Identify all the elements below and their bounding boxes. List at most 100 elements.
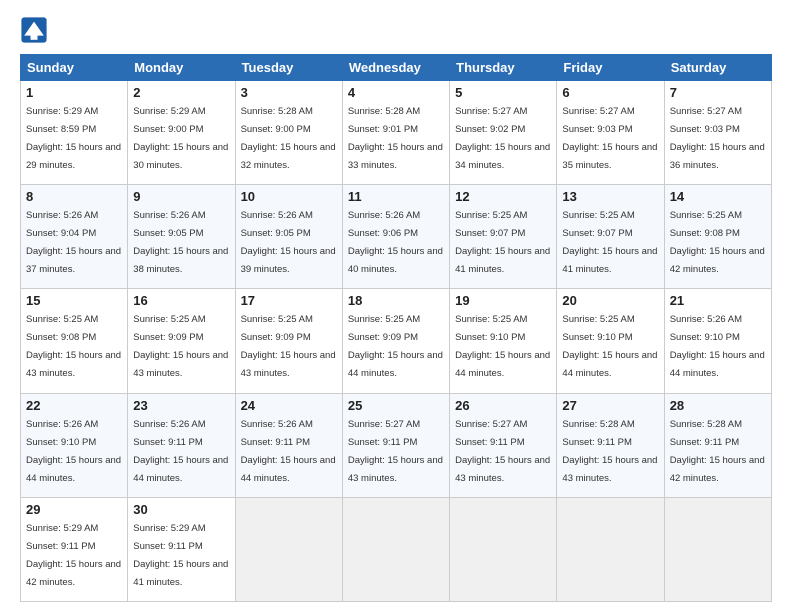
day-number: 11 bbox=[348, 189, 444, 204]
day-number: 16 bbox=[133, 293, 229, 308]
day-number: 14 bbox=[670, 189, 766, 204]
day-info: Sunrise: 5:25 AMSunset: 9:10 PMDaylight:… bbox=[455, 314, 550, 379]
day-info: Sunrise: 5:25 AMSunset: 9:08 PMDaylight:… bbox=[26, 314, 121, 379]
day-info: Sunrise: 5:26 AMSunset: 9:05 PMDaylight:… bbox=[133, 210, 228, 275]
day-info: Sunrise: 5:25 AMSunset: 9:10 PMDaylight:… bbox=[562, 314, 657, 379]
day-number: 15 bbox=[26, 293, 122, 308]
day-number: 9 bbox=[133, 189, 229, 204]
day-info: Sunrise: 5:26 AMSunset: 9:05 PMDaylight:… bbox=[241, 210, 336, 275]
day-info: Sunrise: 5:29 AMSunset: 8:59 PMDaylight:… bbox=[26, 106, 121, 171]
day-info: Sunrise: 5:27 AMSunset: 9:02 PMDaylight:… bbox=[455, 106, 550, 171]
day-info: Sunrise: 5:28 AMSunset: 9:11 PMDaylight:… bbox=[670, 419, 765, 484]
calendar-cell: 23 Sunrise: 5:26 AMSunset: 9:11 PMDaylig… bbox=[128, 393, 235, 497]
calendar-week-4: 22 Sunrise: 5:26 AMSunset: 9:10 PMDaylig… bbox=[21, 393, 772, 497]
calendar-cell: 9 Sunrise: 5:26 AMSunset: 9:05 PMDayligh… bbox=[128, 185, 235, 289]
calendar-cell: 20 Sunrise: 5:25 AMSunset: 9:10 PMDaylig… bbox=[557, 289, 664, 393]
header bbox=[20, 16, 772, 44]
calendar-table: Sunday Monday Tuesday Wednesday Thursday… bbox=[20, 54, 772, 602]
day-number: 3 bbox=[241, 85, 337, 100]
day-number: 20 bbox=[562, 293, 658, 308]
day-number: 29 bbox=[26, 502, 122, 517]
calendar-cell: 30 Sunrise: 5:29 AMSunset: 9:11 PMDaylig… bbox=[128, 497, 235, 601]
day-info: Sunrise: 5:27 AMSunset: 9:03 PMDaylight:… bbox=[670, 106, 765, 171]
logo bbox=[20, 16, 52, 44]
calendar-cell: 1 Sunrise: 5:29 AMSunset: 8:59 PMDayligh… bbox=[21, 81, 128, 185]
day-number: 23 bbox=[133, 398, 229, 413]
calendar-cell: 27 Sunrise: 5:28 AMSunset: 9:11 PMDaylig… bbox=[557, 393, 664, 497]
calendar-week-1: 1 Sunrise: 5:29 AMSunset: 8:59 PMDayligh… bbox=[21, 81, 772, 185]
col-monday: Monday bbox=[128, 55, 235, 81]
col-thursday: Thursday bbox=[450, 55, 557, 81]
day-info: Sunrise: 5:26 AMSunset: 9:11 PMDaylight:… bbox=[241, 419, 336, 484]
calendar-cell: 6 Sunrise: 5:27 AMSunset: 9:03 PMDayligh… bbox=[557, 81, 664, 185]
calendar-cell: 29 Sunrise: 5:29 AMSunset: 9:11 PMDaylig… bbox=[21, 497, 128, 601]
day-info: Sunrise: 5:26 AMSunset: 9:11 PMDaylight:… bbox=[133, 419, 228, 484]
day-number: 28 bbox=[670, 398, 766, 413]
col-friday: Friday bbox=[557, 55, 664, 81]
day-info: Sunrise: 5:28 AMSunset: 9:01 PMDaylight:… bbox=[348, 106, 443, 171]
calendar-cell: 8 Sunrise: 5:26 AMSunset: 9:04 PMDayligh… bbox=[21, 185, 128, 289]
calendar-week-5: 29 Sunrise: 5:29 AMSunset: 9:11 PMDaylig… bbox=[21, 497, 772, 601]
calendar-cell: 21 Sunrise: 5:26 AMSunset: 9:10 PMDaylig… bbox=[664, 289, 771, 393]
day-info: Sunrise: 5:26 AMSunset: 9:06 PMDaylight:… bbox=[348, 210, 443, 275]
day-number: 25 bbox=[348, 398, 444, 413]
calendar-cell: 12 Sunrise: 5:25 AMSunset: 9:07 PMDaylig… bbox=[450, 185, 557, 289]
calendar-cell: 11 Sunrise: 5:26 AMSunset: 9:06 PMDaylig… bbox=[342, 185, 449, 289]
day-number: 8 bbox=[26, 189, 122, 204]
day-info: Sunrise: 5:27 AMSunset: 9:11 PMDaylight:… bbox=[455, 419, 550, 484]
day-info: Sunrise: 5:28 AMSunset: 9:00 PMDaylight:… bbox=[241, 106, 336, 171]
day-number: 22 bbox=[26, 398, 122, 413]
calendar-cell: 26 Sunrise: 5:27 AMSunset: 9:11 PMDaylig… bbox=[450, 393, 557, 497]
calendar-cell: 3 Sunrise: 5:28 AMSunset: 9:00 PMDayligh… bbox=[235, 81, 342, 185]
calendar-cell: 19 Sunrise: 5:25 AMSunset: 9:10 PMDaylig… bbox=[450, 289, 557, 393]
day-number: 6 bbox=[562, 85, 658, 100]
day-number: 1 bbox=[26, 85, 122, 100]
calendar-cell: 24 Sunrise: 5:26 AMSunset: 9:11 PMDaylig… bbox=[235, 393, 342, 497]
calendar-cell: 10 Sunrise: 5:26 AMSunset: 9:05 PMDaylig… bbox=[235, 185, 342, 289]
calendar-cell bbox=[664, 497, 771, 601]
col-wednesday: Wednesday bbox=[342, 55, 449, 81]
calendar-cell: 14 Sunrise: 5:25 AMSunset: 9:08 PMDaylig… bbox=[664, 185, 771, 289]
day-number: 12 bbox=[455, 189, 551, 204]
day-number: 27 bbox=[562, 398, 658, 413]
calendar-cell: 25 Sunrise: 5:27 AMSunset: 9:11 PMDaylig… bbox=[342, 393, 449, 497]
day-info: Sunrise: 5:29 AMSunset: 9:00 PMDaylight:… bbox=[133, 106, 228, 171]
day-info: Sunrise: 5:25 AMSunset: 9:09 PMDaylight:… bbox=[348, 314, 443, 379]
calendar-cell: 5 Sunrise: 5:27 AMSunset: 9:02 PMDayligh… bbox=[450, 81, 557, 185]
day-number: 19 bbox=[455, 293, 551, 308]
day-number: 5 bbox=[455, 85, 551, 100]
day-info: Sunrise: 5:26 AMSunset: 9:10 PMDaylight:… bbox=[26, 419, 121, 484]
day-number: 24 bbox=[241, 398, 337, 413]
day-number: 13 bbox=[562, 189, 658, 204]
calendar-cell bbox=[450, 497, 557, 601]
calendar-cell bbox=[557, 497, 664, 601]
day-info: Sunrise: 5:25 AMSunset: 9:07 PMDaylight:… bbox=[455, 210, 550, 275]
day-info: Sunrise: 5:27 AMSunset: 9:03 PMDaylight:… bbox=[562, 106, 657, 171]
header-row: Sunday Monday Tuesday Wednesday Thursday… bbox=[21, 55, 772, 81]
day-number: 30 bbox=[133, 502, 229, 517]
calendar-cell: 17 Sunrise: 5:25 AMSunset: 9:09 PMDaylig… bbox=[235, 289, 342, 393]
calendar-page: Sunday Monday Tuesday Wednesday Thursday… bbox=[0, 0, 792, 612]
calendar-cell: 13 Sunrise: 5:25 AMSunset: 9:07 PMDaylig… bbox=[557, 185, 664, 289]
calendar-cell bbox=[342, 497, 449, 601]
calendar-cell: 16 Sunrise: 5:25 AMSunset: 9:09 PMDaylig… bbox=[128, 289, 235, 393]
calendar-cell: 28 Sunrise: 5:28 AMSunset: 9:11 PMDaylig… bbox=[664, 393, 771, 497]
calendar-cell: 4 Sunrise: 5:28 AMSunset: 9:01 PMDayligh… bbox=[342, 81, 449, 185]
col-saturday: Saturday bbox=[664, 55, 771, 81]
col-sunday: Sunday bbox=[21, 55, 128, 81]
day-number: 21 bbox=[670, 293, 766, 308]
day-number: 4 bbox=[348, 85, 444, 100]
day-info: Sunrise: 5:26 AMSunset: 9:04 PMDaylight:… bbox=[26, 210, 121, 275]
day-number: 26 bbox=[455, 398, 551, 413]
day-info: Sunrise: 5:28 AMSunset: 9:11 PMDaylight:… bbox=[562, 419, 657, 484]
logo-icon bbox=[20, 16, 48, 44]
calendar-week-2: 8 Sunrise: 5:26 AMSunset: 9:04 PMDayligh… bbox=[21, 185, 772, 289]
calendar-week-3: 15 Sunrise: 5:25 AMSunset: 9:08 PMDaylig… bbox=[21, 289, 772, 393]
calendar-cell: 22 Sunrise: 5:26 AMSunset: 9:10 PMDaylig… bbox=[21, 393, 128, 497]
day-info: Sunrise: 5:25 AMSunset: 9:09 PMDaylight:… bbox=[133, 314, 228, 379]
col-tuesday: Tuesday bbox=[235, 55, 342, 81]
day-number: 2 bbox=[133, 85, 229, 100]
day-info: Sunrise: 5:25 AMSunset: 9:07 PMDaylight:… bbox=[562, 210, 657, 275]
day-info: Sunrise: 5:29 AMSunset: 9:11 PMDaylight:… bbox=[26, 523, 121, 588]
day-info: Sunrise: 5:26 AMSunset: 9:10 PMDaylight:… bbox=[670, 314, 765, 379]
